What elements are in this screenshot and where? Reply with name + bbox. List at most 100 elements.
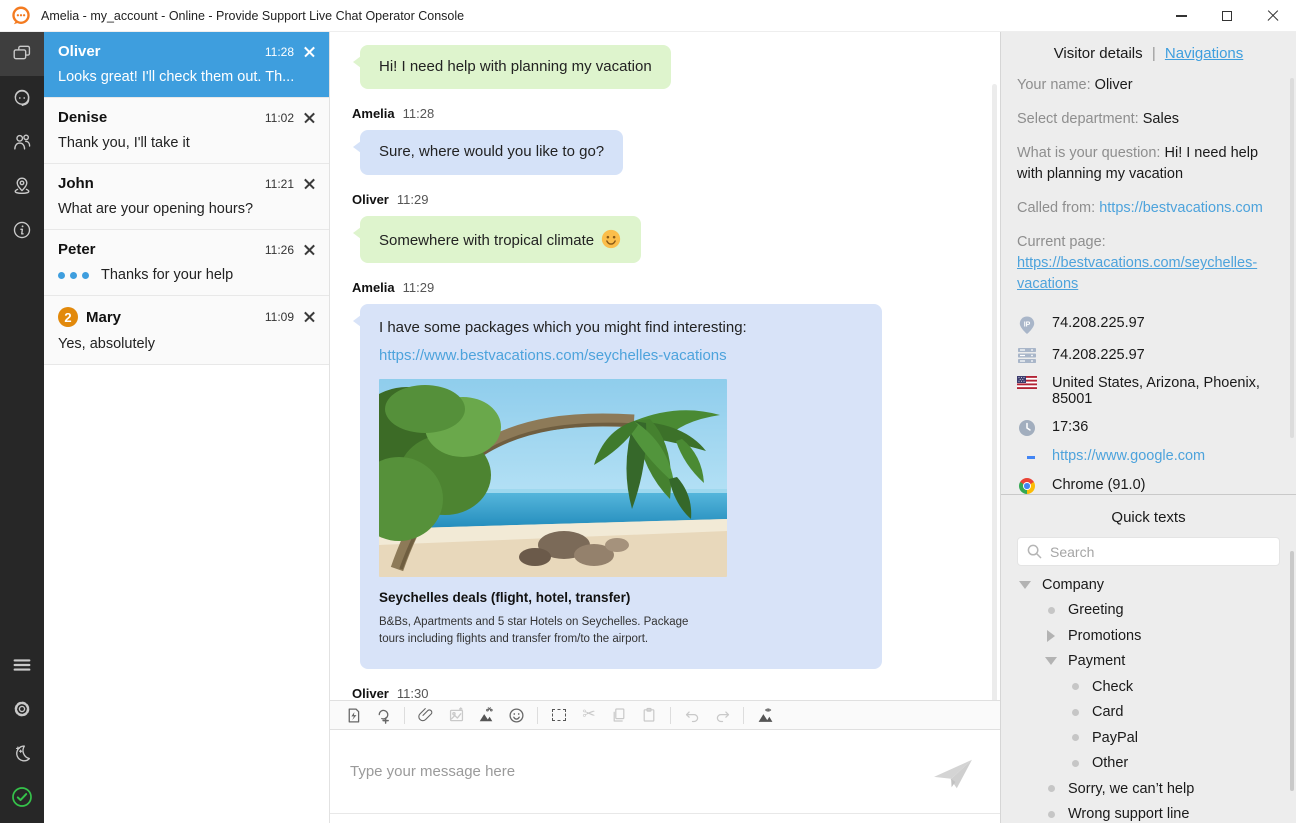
close-chat-icon[interactable] (304, 244, 315, 255)
location-pin-icon[interactable] (0, 164, 44, 208)
close-chat-icon[interactable] (304, 46, 315, 57)
add-quick-text-icon[interactable] (370, 703, 396, 727)
message-header: Amelia11:29 (352, 280, 976, 295)
tree-item-payment[interactable]: Payment (1017, 649, 1280, 675)
current-page-link[interactable]: https://bestvacations.com/seychelles-vac… (1017, 255, 1257, 292)
chat-image-seychelles[interactable] (379, 379, 727, 577)
maximize-button[interactable] (1204, 0, 1250, 32)
server-icon (1017, 348, 1037, 363)
typing-indicator-icon (58, 272, 89, 279)
chat-name: Denise (58, 109, 107, 126)
visitors-icon[interactable] (0, 120, 44, 164)
collapse-icon[interactable] (1017, 581, 1033, 589)
close-chat-icon[interactable] (304, 312, 315, 323)
leaf-bullet-icon (1067, 760, 1083, 767)
shared-link[interactable]: https://www.bestvacations.com/seychelles… (379, 346, 863, 366)
tree-item-greeting[interactable]: Greeting (1017, 598, 1280, 624)
leaf-bullet-icon (1067, 683, 1083, 690)
visitor-details-scrollbar[interactable] (1290, 78, 1294, 438)
tree-item-other[interactable]: Other (1017, 751, 1280, 777)
tree-item-paypal[interactable]: PayPal (1017, 725, 1280, 751)
menu-icon[interactable] (0, 643, 44, 687)
google-icon (1017, 449, 1037, 465)
search-input[interactable] (1050, 544, 1270, 560)
chat-list: Oliver 11:28 Looks great! I'll check the… (44, 32, 330, 823)
unread-count-badge: 2 (58, 307, 78, 327)
called-from-link[interactable]: https://bestvacations.com (1099, 200, 1263, 216)
cut-icon: ✂ (576, 703, 602, 727)
quick-texts-tree: Company Greeting Promotions Payment (1017, 572, 1280, 823)
tree-item-company[interactable]: Company (1017, 572, 1280, 598)
conversation-pane: Hi! I need help with planning my vacatio… (330, 32, 1000, 823)
leaf-bullet-icon (1043, 811, 1059, 818)
leaf-bullet-icon (1043, 607, 1059, 614)
message-header: Oliver11:29 (352, 192, 976, 207)
online-status-check-icon[interactable] (0, 775, 44, 819)
referrer-link[interactable]: https://www.google.com (1052, 448, 1205, 464)
field-department: Select department: Sales (1017, 109, 1280, 130)
tree-item-card[interactable]: Card (1017, 700, 1280, 726)
emoji-icon[interactable] (503, 703, 529, 727)
minimize-button[interactable] (1158, 0, 1204, 32)
tree-item-promotions[interactable]: Promotions (1017, 623, 1280, 649)
chat-name: John (58, 175, 94, 192)
chat-time: 11:09 (265, 310, 304, 324)
chat-list-item-john[interactable]: John 11:21 What are your opening hours? (44, 164, 329, 230)
close-chat-icon[interactable] (304, 112, 315, 123)
field-called-from: Called from: https://bestvacations.com (1017, 198, 1280, 219)
tree-item-sorry-we-cant-help[interactable]: Sorry, we can’t help (1017, 776, 1280, 802)
message-header: Amelia11:28 (352, 106, 976, 121)
chats-icon[interactable] (0, 32, 44, 76)
away-moon-icon[interactable] (0, 731, 44, 775)
app-window: Amelia - my_account - Online - Provide S… (0, 0, 1296, 823)
collapse-icon[interactable] (1043, 657, 1059, 665)
info-row-ip: IP 74.208.225.97 (1017, 315, 1280, 335)
chat-list-item-mary[interactable]: 2 Mary 11:09 Yes, absolutely (44, 296, 329, 365)
chat-list-item-oliver[interactable]: Oliver 11:28 Looks great! I'll check the… (44, 32, 329, 98)
composer-toolbar: ✂ (330, 700, 1000, 730)
link-card-description: B&Bs, Apartments and 5 star Hotels on Se… (379, 614, 689, 646)
preview-image-icon[interactable] (752, 703, 778, 727)
select-area-icon[interactable] (546, 703, 572, 727)
tab-visitor-details[interactable]: Visitor details (1054, 45, 1143, 62)
operator-message-bubble: Sure, where would you like to go? (360, 130, 623, 174)
chat-list-item-peter[interactable]: Peter 11:26 Thanks for your help (44, 230, 329, 296)
message-input[interactable] (330, 730, 1000, 823)
info-icon[interactable] (0, 208, 44, 252)
message-history[interactable]: Hi! I need help with planning my vacatio… (330, 32, 1000, 700)
chat-preview: Thank you, I'll take it (58, 135, 315, 151)
right-panel: Visitor details | Navigations Your name:… (1000, 32, 1296, 823)
chat-preview: What are your opening hours? (58, 201, 315, 217)
quick-texts-search (1017, 537, 1280, 566)
quick-texts-title: Quick texts (1017, 509, 1280, 526)
expand-icon[interactable] (1043, 630, 1059, 642)
leaf-bullet-icon (1043, 785, 1059, 792)
chat-list-item-denise[interactable]: Denise 11:02 Thank you, I'll take it (44, 98, 329, 164)
messages-scrollbar[interactable] (992, 84, 997, 700)
operator-headset-icon[interactable] (0, 76, 44, 120)
chrome-icon (1017, 478, 1037, 494)
leaf-bullet-icon (1067, 709, 1083, 716)
send-message-icon[interactable] (932, 756, 974, 792)
operator-link-card-bubble: I have some packages which you might fin… (360, 304, 882, 669)
quick-texts-scrollbar[interactable] (1290, 551, 1294, 791)
tree-item-wrong-support-line[interactable]: Wrong support line (1017, 802, 1280, 823)
info-row-location: United States, Arizona, Phoenix, 85001 (1017, 375, 1280, 407)
redo-icon (709, 703, 735, 727)
settings-gear-icon[interactable] (0, 687, 44, 731)
close-button[interactable] (1250, 0, 1296, 32)
info-row-local-time: 17:36 (1017, 419, 1280, 436)
visitor-message-bubble: Somewhere with tropical climate (360, 216, 641, 263)
undo-icon (679, 703, 705, 727)
search-icon (1027, 544, 1042, 559)
attach-icon[interactable] (413, 703, 439, 727)
quick-text-icon[interactable] (340, 703, 366, 727)
tab-navigations[interactable]: Navigations (1165, 45, 1243, 62)
chat-name: Mary (86, 309, 121, 326)
close-chat-icon[interactable] (304, 178, 315, 189)
crop-image-icon[interactable] (473, 703, 499, 727)
leaf-bullet-icon (1067, 734, 1083, 741)
visitor-panel-tabs: Visitor details | Navigations (1017, 45, 1280, 62)
paste-icon (636, 703, 662, 727)
tree-item-check[interactable]: Check (1017, 674, 1280, 700)
